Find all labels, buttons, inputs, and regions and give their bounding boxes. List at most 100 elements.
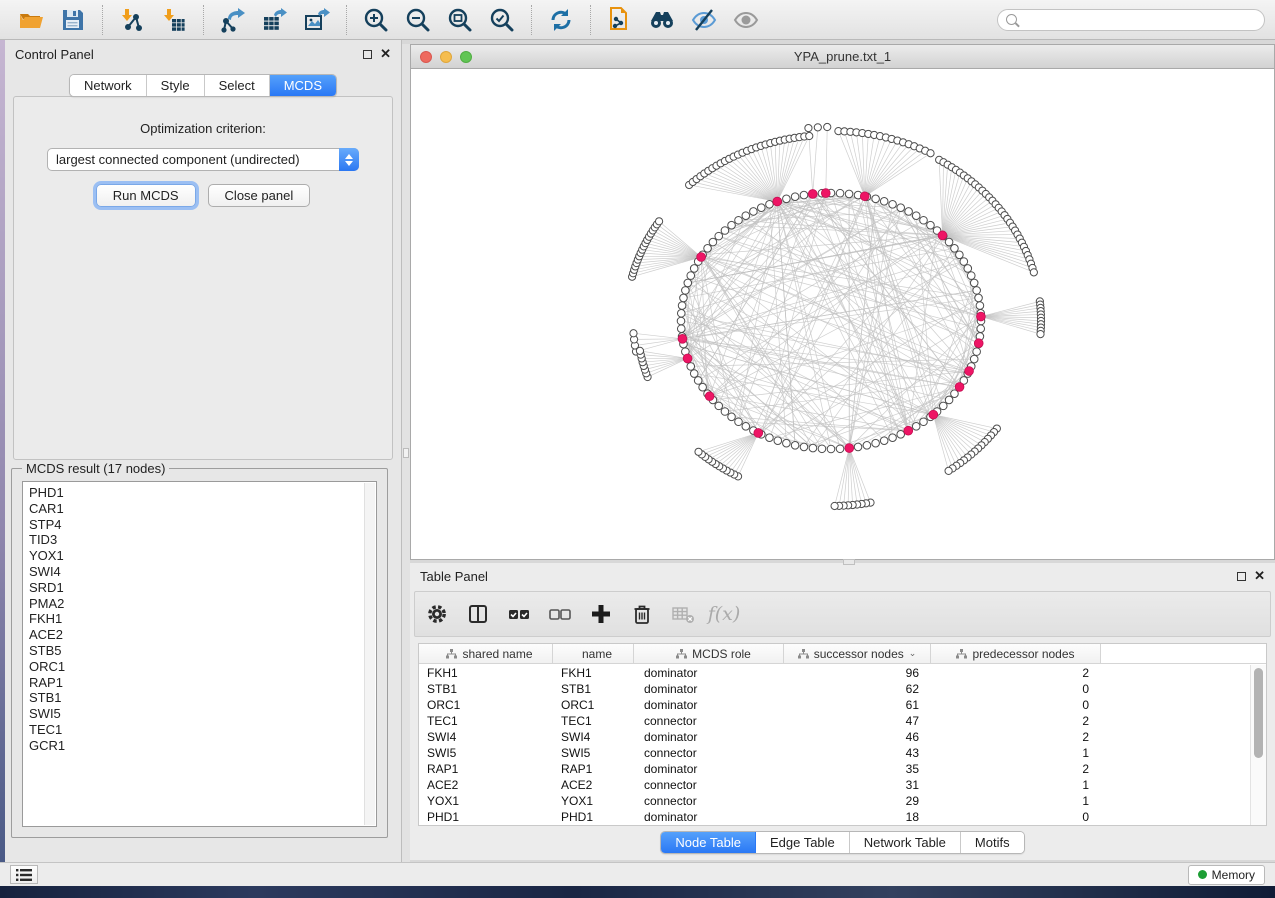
mcds-result-item[interactable]: CAR1	[23, 501, 376, 517]
network-node[interactable]	[863, 441, 871, 449]
cell-predecessor-nodes[interactable]: 2	[931, 730, 1101, 744]
mcds-result-item[interactable]: ACE2	[23, 627, 376, 643]
mcds-result-item[interactable]: PMA2	[23, 596, 376, 612]
mcds-result-list[interactable]: PHD1CAR1STP4TID3YOX1SWI4SRD1PMA2FKH1ACE2…	[22, 481, 377, 827]
mcds-node[interactable]	[974, 339, 983, 348]
leaf-node[interactable]	[806, 132, 813, 139]
cell-MCDS-role[interactable]: dominator	[634, 682, 784, 696]
network-node[interactable]	[684, 279, 692, 287]
network-node[interactable]	[809, 444, 817, 452]
network-node[interactable]	[690, 370, 698, 378]
save-icon[interactable]	[60, 7, 86, 33]
mcds-list-scrollbar[interactable]	[364, 483, 375, 825]
cell-MCDS-role[interactable]: connector	[634, 746, 784, 760]
mcds-result-item[interactable]: SRD1	[23, 580, 376, 596]
cell-predecessor-nodes[interactable]: 2	[931, 714, 1101, 728]
network-node[interactable]	[742, 212, 750, 220]
network-node[interactable]	[827, 445, 835, 453]
network-node[interactable]	[945, 238, 953, 246]
leaf-node[interactable]	[927, 150, 934, 157]
cell-predecessor-nodes[interactable]: 0	[931, 698, 1101, 712]
search-box[interactable]	[997, 9, 1265, 31]
table-row[interactable]: ACE2ACE2connector311	[419, 777, 1250, 793]
export-network-icon[interactable]	[220, 7, 246, 33]
float-panel-icon[interactable]	[363, 50, 372, 59]
cell-name[interactable]: RAP1	[553, 762, 634, 776]
tab-mcds[interactable]: MCDS	[270, 75, 336, 96]
mcds-result-item[interactable]: STB1	[23, 690, 376, 706]
cell-successor-nodes[interactable]: 96	[784, 666, 931, 680]
open-icon[interactable]	[18, 7, 44, 33]
cell-successor-nodes[interactable]: 62	[784, 682, 931, 696]
find-icon[interactable]	[649, 7, 675, 33]
mcds-node[interactable]	[705, 392, 714, 401]
cell-predecessor-nodes[interactable]: 0	[931, 810, 1101, 824]
show-all-icon[interactable]	[733, 7, 759, 33]
table-row[interactable]: TEC1TEC1connector472	[419, 713, 1250, 729]
cell-shared-name[interactable]: FKH1	[419, 666, 553, 680]
network-node[interactable]	[678, 302, 686, 310]
cell-MCDS-role[interactable]: dominator	[634, 666, 784, 680]
export-image-icon[interactable]	[304, 7, 330, 33]
network-node[interactable]	[951, 244, 959, 252]
network-node[interactable]	[956, 251, 964, 259]
leaf-node[interactable]	[695, 448, 702, 455]
network-node[interactable]	[897, 431, 905, 439]
cell-MCDS-role[interactable]: connector	[634, 778, 784, 792]
network-node[interactable]	[728, 221, 736, 229]
network-node[interactable]	[721, 408, 729, 416]
float-table-panel-icon[interactable]	[1237, 572, 1246, 581]
network-node[interactable]	[973, 348, 981, 356]
settings-icon[interactable]	[425, 602, 449, 626]
cell-predecessor-nodes[interactable]: 2	[931, 666, 1101, 680]
cell-name[interactable]: TEC1	[553, 714, 634, 728]
network-node[interactable]	[920, 216, 928, 224]
cell-name[interactable]: YOX1	[553, 794, 634, 808]
network-node[interactable]	[800, 191, 808, 199]
leaf-node[interactable]	[831, 502, 838, 509]
mcds-node[interactable]	[904, 426, 913, 435]
cell-shared-name[interactable]: STB1	[419, 682, 553, 696]
network-node[interactable]	[905, 208, 913, 216]
cell-name[interactable]: ORC1	[553, 698, 634, 712]
network-node[interactable]	[872, 195, 880, 203]
network-node[interactable]	[766, 434, 774, 442]
network-node[interactable]	[699, 383, 707, 391]
mcds-node[interactable]	[977, 312, 986, 321]
network-node[interactable]	[927, 221, 935, 229]
mcds-result-item[interactable]: PHD1	[23, 485, 376, 501]
network-node[interactable]	[728, 413, 736, 421]
mcds-node[interactable]	[773, 197, 782, 206]
network-node[interactable]	[766, 200, 774, 208]
leaf-node[interactable]	[945, 467, 952, 474]
mcds-result-item[interactable]: FKH1	[23, 611, 376, 627]
column-header-name[interactable]: name	[553, 644, 634, 663]
cell-MCDS-role[interactable]: dominator	[634, 698, 784, 712]
cell-shared-name[interactable]: ACE2	[419, 778, 553, 792]
cell-predecessor-nodes[interactable]: 1	[931, 746, 1101, 760]
network-node[interactable]	[682, 287, 690, 295]
mcds-node[interactable]	[955, 383, 964, 392]
optimization-criterion-select[interactable]: largest connected component (undirected)	[47, 148, 359, 171]
deselect-all-icon[interactable]	[548, 602, 572, 626]
network-node[interactable]	[912, 212, 920, 220]
leaf-node[interactable]	[655, 218, 662, 225]
network-node[interactable]	[880, 198, 888, 206]
table-row[interactable]: STB1STB1dominator620	[419, 681, 1250, 697]
mcds-result-item[interactable]: STP4	[23, 517, 376, 533]
network-node[interactable]	[735, 418, 743, 426]
network-node[interactable]	[709, 238, 717, 246]
cell-successor-nodes[interactable]: 47	[784, 714, 931, 728]
table-row[interactable]: FKH1FKH1dominator962	[419, 665, 1250, 681]
cell-MCDS-role[interactable]: connector	[634, 714, 784, 728]
cell-name[interactable]: FKH1	[553, 666, 634, 680]
cell-successor-nodes[interactable]: 61	[784, 698, 931, 712]
mcds-result-item[interactable]: GCR1	[23, 738, 376, 754]
mcds-result-item[interactable]: SWI4	[23, 564, 376, 580]
run-mcds-button[interactable]: Run MCDS	[96, 184, 196, 207]
network-node[interactable]	[964, 265, 972, 273]
network-node[interactable]	[742, 423, 750, 431]
panel-divider[interactable]	[402, 44, 410, 862]
mcds-node[interactable]	[678, 334, 687, 343]
network-node[interactable]	[750, 208, 758, 216]
